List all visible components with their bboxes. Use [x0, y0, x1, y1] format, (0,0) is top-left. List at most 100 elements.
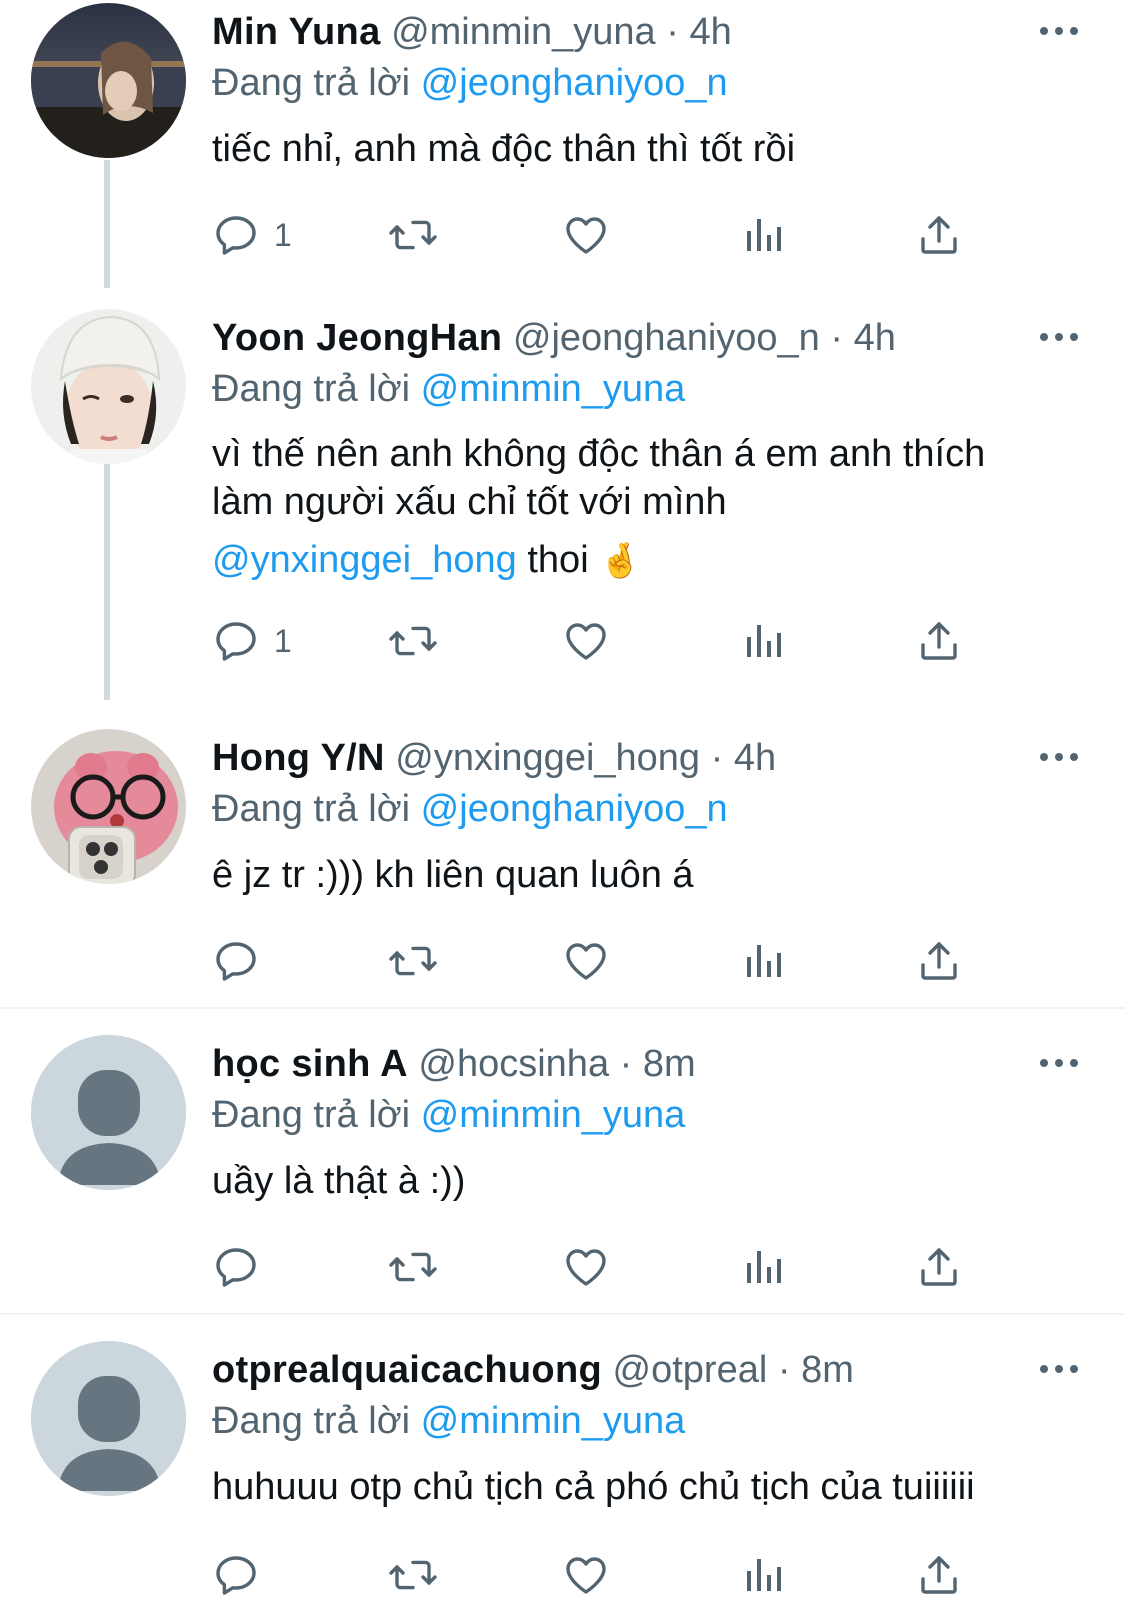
- reply-icon: [216, 1556, 256, 1595]
- avatar[interactable]: [31, 3, 186, 158]
- more-options-icon[interactable]: [1040, 736, 1080, 776]
- tweet-text-tail: thoi: [516, 539, 600, 581]
- like-button[interactable]: [562, 611, 610, 671]
- retweet-icon: [389, 946, 437, 976]
- reply-prefix: Đang trả lời: [212, 1094, 411, 1136]
- display-name[interactable]: Min Yuna: [212, 11, 381, 53]
- tweet-header: Yoon JeongHan @jeonghaniyoo_n · 4h: [212, 310, 896, 366]
- action-bar: 1: [212, 611, 1012, 671]
- views-button[interactable]: [740, 1237, 788, 1297]
- replying-to: Đang trả lời @minmin_yuna: [212, 1090, 685, 1140]
- reply-prefix: Đang trả lời: [212, 1400, 411, 1442]
- replying-to: Đang trả lời @minmin_yuna: [212, 364, 685, 414]
- user-handle[interactable]: @ynxinggei_hong: [395, 737, 700, 779]
- retweet-button[interactable]: [387, 611, 439, 671]
- reply-mention-link[interactable]: @minmin_yuna: [421, 1400, 686, 1442]
- reply-prefix: Đang trả lời: [212, 788, 411, 830]
- more-options-icon[interactable]: [1040, 10, 1080, 50]
- views-button[interactable]: [740, 931, 788, 991]
- tweet-text-line: tiếc nhỉ, anh mà độc thân thì tốt rồi: [212, 128, 796, 170]
- reply-mention-link[interactable]: @jeonghaniyoo_n: [421, 62, 728, 104]
- share-button[interactable]: [915, 1545, 963, 1605]
- retweet-icon: [389, 1560, 437, 1590]
- timestamp[interactable]: 4h: [734, 737, 776, 779]
- default-avatar-icon[interactable]: [31, 1341, 186, 1496]
- tweet-text-line: huhuuu otp chủ tịch cả phó chủ tịch của …: [212, 1466, 975, 1508]
- reply-prefix: Đang trả lời: [212, 368, 411, 410]
- retweet-button[interactable]: [387, 931, 439, 991]
- timestamp[interactable]: 4h: [689, 11, 731, 53]
- views-button[interactable]: [740, 611, 788, 671]
- reply-mention-link[interactable]: @minmin_yuna: [421, 368, 686, 410]
- share-button[interactable]: [915, 931, 963, 991]
- tweet-header: học sinh A @hocsinha · 8m: [212, 1036, 696, 1092]
- tweet-text: ê jz tr :))) kh liên quan luôn á: [212, 851, 1072, 899]
- reply-icon: [216, 1248, 256, 1287]
- analytics-icon: [747, 1251, 781, 1283]
- reply-count: 1: [274, 216, 292, 253]
- inline-mention-link[interactable]: @ynxinggei_hong: [212, 539, 517, 581]
- share-button[interactable]: [915, 205, 963, 265]
- user-handle[interactable]: @hocsinha: [418, 1043, 609, 1085]
- share-button[interactable]: [915, 1237, 963, 1297]
- more-options-icon[interactable]: [1040, 1348, 1080, 1388]
- reply-button[interactable]: [212, 1545, 260, 1605]
- thread-connector: [104, 460, 110, 700]
- views-button[interactable]: [740, 205, 788, 265]
- timestamp[interactable]: 4h: [854, 317, 896, 359]
- tweet-text-line: uầy là thật à :)): [212, 1160, 466, 1202]
- crossed-fingers-emoji: 🤞: [599, 541, 642, 581]
- share-icon: [921, 216, 957, 254]
- retweet-button[interactable]: [387, 1237, 439, 1297]
- reply-mention-link[interactable]: @jeonghaniyoo_n: [421, 788, 728, 830]
- share-icon: [921, 942, 957, 980]
- timestamp[interactable]: 8m: [643, 1043, 696, 1085]
- share-button[interactable]: [915, 611, 963, 671]
- tweet-header: Hong Y/N @ynxinggei_hong · 4h: [212, 730, 776, 786]
- reply-button[interactable]: [212, 1237, 260, 1297]
- user-handle[interactable]: @jeonghaniyoo_n: [513, 317, 820, 359]
- display-name[interactable]: otprealquaicachuong: [212, 1349, 602, 1391]
- timestamp[interactable]: 8m: [801, 1349, 854, 1391]
- like-button[interactable]: [562, 931, 610, 991]
- separator-dot: ·: [830, 317, 844, 359]
- display-name[interactable]: Yoon JeongHan: [212, 317, 502, 359]
- analytics-icon: [747, 625, 781, 657]
- like-button[interactable]: [562, 1237, 610, 1297]
- retweet-icon: [389, 626, 437, 656]
- analytics-icon: [747, 219, 781, 251]
- tweet-text-line: ê jz tr :))) kh liên quan luôn á: [212, 854, 694, 896]
- user-handle[interactable]: @minmin_yuna: [391, 11, 656, 53]
- default-avatar-icon[interactable]: [31, 1035, 186, 1190]
- tweet-header: otprealquaicachuong @otpreal · 8m: [212, 1342, 854, 1398]
- like-button[interactable]: [562, 205, 610, 265]
- share-icon: [921, 1248, 957, 1286]
- tweet-header: Min Yuna @minmin_yuna · 4h: [212, 4, 732, 60]
- retweet-button[interactable]: [387, 205, 439, 265]
- avatar[interactable]: [31, 729, 186, 884]
- heart-icon: [566, 217, 606, 254]
- tweet-text-line: @ynxinggei_hong thoi 🤞: [212, 536, 1072, 585]
- reply-button[interactable]: 1: [212, 611, 292, 671]
- action-bar: [212, 1237, 1012, 1297]
- display-name[interactable]: Hong Y/N: [212, 737, 385, 779]
- like-button[interactable]: [562, 1545, 610, 1605]
- heart-icon: [566, 943, 606, 980]
- reply-button[interactable]: 1: [212, 205, 292, 265]
- tweet-text: vì thế nên anh không độc thân á em anh t…: [212, 430, 1072, 585]
- more-options-icon[interactable]: [1040, 1042, 1080, 1082]
- more-options-icon[interactable]: [1040, 316, 1080, 356]
- heart-icon: [566, 623, 606, 660]
- user-handle[interactable]: @otpreal: [613, 1349, 768, 1391]
- divider: [0, 1007, 1125, 1009]
- reply-mention-link[interactable]: @minmin_yuna: [421, 1094, 686, 1136]
- replying-to: Đang trả lời @jeonghaniyoo_n: [212, 784, 728, 834]
- views-button[interactable]: [740, 1545, 788, 1605]
- avatar[interactable]: [31, 309, 186, 464]
- display-name[interactable]: học sinh A: [212, 1043, 408, 1085]
- retweet-button[interactable]: [387, 1545, 439, 1605]
- replying-to: Đang trả lời @minmin_yuna: [212, 1396, 685, 1446]
- share-icon: [921, 1556, 957, 1594]
- reply-button[interactable]: [212, 931, 260, 991]
- action-bar: [212, 1545, 1012, 1605]
